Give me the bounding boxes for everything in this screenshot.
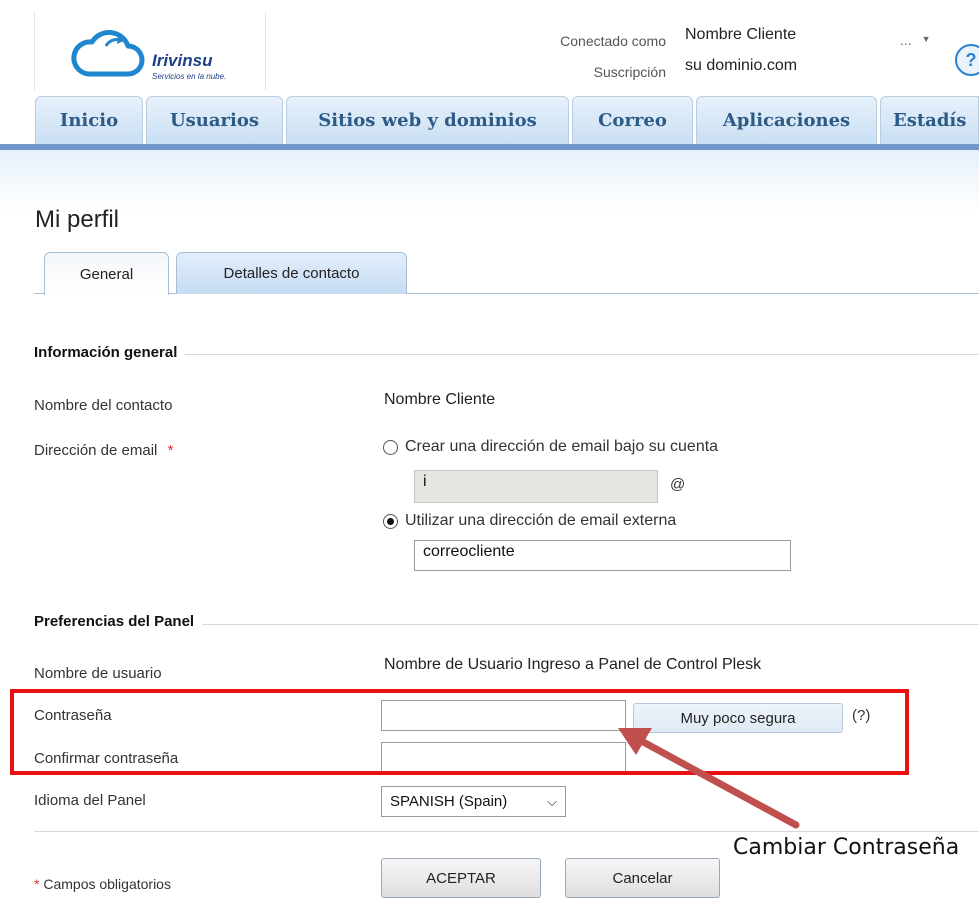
internal-email-input[interactable]: i bbox=[414, 470, 658, 503]
radio-internal-email-label[interactable]: Crear una dirección de email bajo su cue… bbox=[405, 438, 718, 456]
tab-contact-details[interactable]: Detalles de contacto bbox=[176, 252, 407, 294]
nav-tab-inicio[interactable]: Inicio bbox=[35, 96, 143, 144]
more-menu[interactable]: ... ▼ bbox=[900, 32, 930, 48]
help-icon[interactable]: ? bbox=[955, 44, 979, 76]
footer-divider bbox=[34, 831, 979, 832]
at-sign: @ bbox=[670, 476, 686, 493]
annotation-arrow-icon bbox=[618, 728, 800, 829]
brand-tagline: Servicios en la nube. bbox=[152, 72, 227, 81]
language-select-value: SPANISH (Spain) bbox=[390, 793, 508, 810]
annotation-text: Cambiar Contraseña bbox=[733, 835, 960, 860]
required-mark: * bbox=[167, 442, 174, 459]
nav-tab-correo[interactable]: Correo bbox=[572, 96, 693, 144]
chevron-down-icon: ⌵ bbox=[547, 793, 557, 809]
section-title-general: Información general bbox=[34, 344, 186, 361]
email-label-text: Dirección de email bbox=[34, 442, 158, 459]
subscription-label: Suscripción bbox=[593, 64, 666, 80]
subscription-value[interactable]: su dominio.com bbox=[685, 57, 797, 75]
username-label: Nombre de usuario bbox=[34, 665, 162, 682]
cloud-logo-icon bbox=[71, 30, 145, 77]
contact-name-value: Nombre Cliente bbox=[384, 391, 496, 408]
connected-user[interactable]: Nombre Cliente bbox=[685, 26, 796, 44]
radio-internal-email[interactable] bbox=[383, 440, 398, 455]
section-title-panel: Preferencias del Panel bbox=[34, 613, 203, 630]
required-note: * Campos obligatorios bbox=[34, 876, 171, 892]
radio-external-email-label[interactable]: Utilizar una dirección de email externa bbox=[405, 512, 676, 530]
username-value: Nombre de Usuario Ingreso a Panel de Con… bbox=[384, 656, 762, 673]
brand-name: Irivinsu bbox=[152, 51, 213, 70]
nav-tab-usuarios[interactable]: Usuarios bbox=[146, 96, 283, 144]
contact-name-label: Nombre del contacto bbox=[34, 397, 173, 414]
connected-as-label: Conectado como bbox=[560, 33, 666, 49]
language-label: Idioma del Panel bbox=[34, 792, 146, 809]
language-select[interactable]: SPANISH (Spain) ⌵ bbox=[381, 786, 566, 817]
page-title: Mi perfil bbox=[35, 206, 120, 233]
nav-tab-sitios-web[interactable]: Sitios web y dominios bbox=[286, 96, 569, 144]
nav-tab-estadisticas[interactable]: Estadís bbox=[880, 96, 979, 144]
tab-general[interactable]: General bbox=[44, 252, 169, 295]
cancel-button[interactable]: Cancelar bbox=[565, 858, 720, 898]
more-label: ... bbox=[900, 32, 912, 48]
email-label: Dirección de email * bbox=[34, 442, 173, 459]
required-mark: * bbox=[34, 876, 40, 892]
header-band bbox=[0, 150, 979, 212]
required-note-text: Campos obligatorios bbox=[43, 876, 171, 892]
accept-button[interactable]: ACEPTAR bbox=[381, 858, 541, 898]
nav-tab-aplicaciones[interactable]: Aplicaciones bbox=[696, 96, 877, 144]
caret-down-icon: ▼ bbox=[921, 34, 931, 44]
radio-external-email[interactable] bbox=[383, 514, 398, 529]
external-email-input[interactable]: correocliente bbox=[414, 540, 791, 571]
